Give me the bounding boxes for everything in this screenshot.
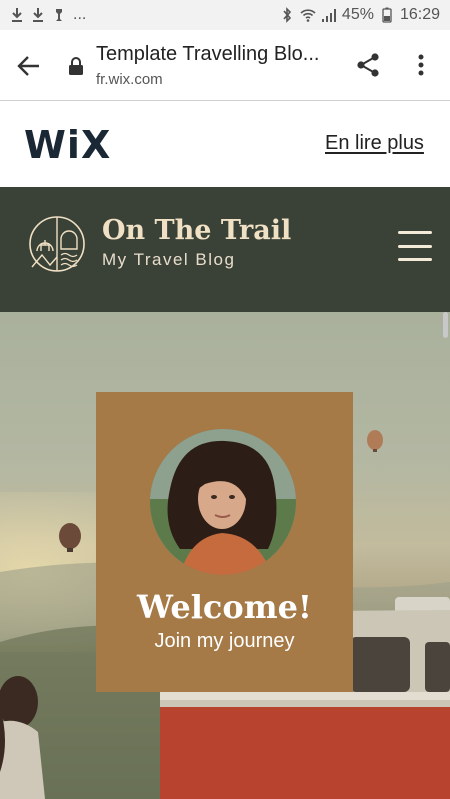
profile-photo [150, 429, 296, 575]
download-icon [33, 8, 43, 22]
battery-icon [382, 7, 392, 23]
welcome-subheading: Join my journey [154, 630, 295, 652]
lock-icon [69, 57, 83, 75]
site-subtitle: My Travel Blog [102, 250, 236, 269]
wifi-icon [300, 9, 316, 22]
hero-section: Welcome! Join my journey [0, 312, 450, 799]
bluetooth-icon [283, 7, 292, 23]
status-notifications: ... [10, 6, 86, 24]
download-icon [12, 8, 22, 22]
wix-banner: WiX En lire plus [0, 101, 450, 187]
scrollbar[interactable] [443, 312, 448, 338]
more-vert-icon [418, 54, 424, 76]
site-title[interactable]: On The Trail [102, 215, 291, 246]
menu-line [398, 231, 432, 234]
page-url[interactable]: fr.wix.com [96, 71, 163, 88]
status-overflow: ... [73, 6, 87, 23]
welcome-heading: Welcome! [137, 588, 312, 626]
avatar [150, 429, 296, 575]
hamburger-menu-icon[interactable] [398, 231, 432, 261]
welcome-card: Welcome! Join my journey [96, 392, 353, 692]
back-button[interactable] [14, 52, 44, 80]
share-button[interactable] [353, 50, 383, 80]
battery-percent: 45% [341, 6, 374, 23]
wix-logo[interactable]: WiX [24, 123, 111, 167]
back-arrow-icon [17, 56, 39, 76]
notification-icon [56, 9, 62, 21]
status-system: 45% 16:29 [279, 6, 440, 24]
more-options-button[interactable] [408, 50, 434, 80]
status-bar: ... 45% 16:29 [0, 0, 450, 30]
menu-line [398, 258, 432, 261]
browser-toolbar: Template Travelling Blo... fr.wix.com [0, 30, 450, 101]
signal-icon [321, 9, 336, 22]
share-icon [357, 53, 379, 77]
clock: 16:29 [399, 6, 440, 23]
read-more-link[interactable]: En lire plus [325, 132, 424, 155]
site-header: On The Trail My Travel Blog [0, 187, 450, 312]
balloon-image [367, 430, 383, 452]
menu-line [398, 244, 432, 248]
page-title[interactable]: Template Travelling Blo... [96, 43, 319, 66]
site-logo-icon[interactable] [28, 215, 86, 273]
